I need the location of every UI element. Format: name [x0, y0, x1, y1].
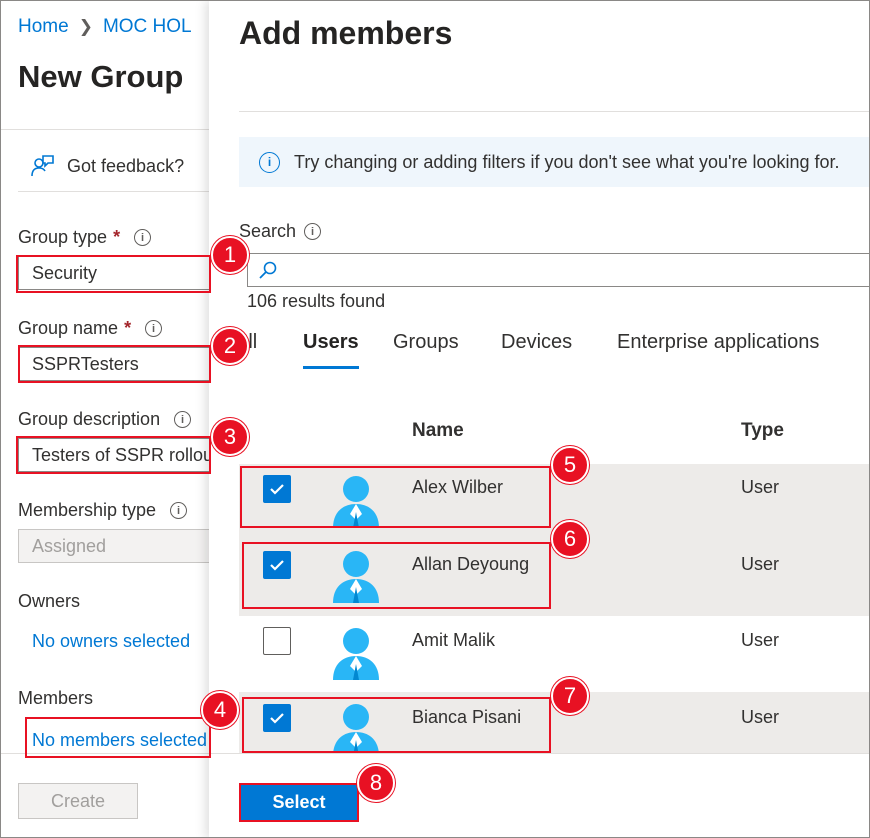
row-type: User: [741, 630, 780, 650]
required-marker: *: [113, 227, 121, 247]
owners-link[interactable]: No owners selected: [32, 631, 190, 652]
membership-type-label: Membership type i: [18, 500, 188, 521]
row-checkbox[interactable]: [263, 704, 291, 732]
checkmark-icon: [270, 713, 284, 724]
select-button[interactable]: Select: [241, 784, 357, 820]
breadcrumb-home-link[interactable]: Home: [18, 16, 69, 38]
search-icon: [259, 261, 277, 279]
user-avatar-icon: [333, 551, 379, 603]
step-badge: 4: [201, 691, 239, 729]
info-icon[interactable]: i: [174, 411, 192, 428]
row-name: Alex Wilber: [412, 477, 504, 497]
group-type-label-text: Group type: [18, 227, 108, 247]
row-name: Bianca Pisani: [412, 707, 522, 727]
feedback-label: Got feedback?: [67, 155, 185, 176]
row-name: Amit Malik: [412, 630, 496, 650]
step-badge: 1: [211, 236, 249, 274]
divider: [1, 129, 209, 130]
search-label: Search i: [239, 221, 322, 242]
user-avatar-icon: [333, 628, 379, 680]
divider: [209, 753, 869, 754]
required-marker: *: [124, 318, 132, 338]
page-title: New Group: [18, 59, 184, 94]
table-row[interactable]: Allan Deyoung User: [239, 540, 869, 616]
row-checkbox[interactable]: [263, 551, 291, 579]
info-icon[interactable]: i: [304, 223, 322, 240]
group-description-label-text: Group description: [18, 409, 161, 429]
membership-type-label-text: Membership type: [18, 500, 157, 520]
search-box[interactable]: [247, 253, 869, 287]
group-name-label: Group name * i: [18, 318, 163, 339]
row-type: User: [741, 477, 780, 497]
row-checkbox[interactable]: [263, 627, 291, 655]
search-input[interactable]: [284, 258, 864, 282]
results-count: 106 results found: [247, 291, 386, 311]
tab-bar: All Users Groups Devices Enterprise appl…: [235, 331, 869, 371]
membership-type-dropdown: Assigned: [18, 529, 218, 563]
row-type: User: [741, 554, 780, 574]
group-name-label-text: Group name: [18, 318, 119, 338]
group-type-label: Group type * i: [18, 227, 152, 248]
info-icon[interactable]: i: [170, 502, 188, 519]
row-type: User: [741, 707, 780, 727]
add-members-panel: Add members i Try changing or adding fil…: [209, 1, 869, 837]
new-group-panel: Home ❯ MOC HOL New Group Got feedback? G…: [1, 1, 218, 837]
feedback-icon: [31, 155, 54, 177]
owners-label: Owners: [18, 591, 81, 611]
panel-title: Add members: [239, 15, 453, 51]
group-description-input[interactable]: Testers of SSPR rollout: [18, 438, 218, 472]
step-badge: 5: [551, 446, 589, 484]
screenshot-frame: Home ❯ MOC HOL New Group Got feedback? G…: [0, 0, 870, 838]
divider: [239, 111, 869, 112]
info-icon: i: [259, 151, 280, 173]
row-name: Allan Deyoung: [412, 554, 530, 574]
user-avatar-icon: [333, 476, 379, 528]
breadcrumb: Home ❯ MOC HOL: [18, 16, 192, 38]
step-badge: 7: [551, 677, 589, 715]
tab-groups[interactable]: Groups: [393, 331, 459, 369]
group-name-input[interactable]: SSPRTesters: [18, 347, 218, 381]
divider: [1, 753, 209, 754]
column-header-name[interactable]: Name: [412, 420, 464, 442]
column-header-type[interactable]: Type: [741, 420, 784, 442]
checkmark-icon: [270, 560, 284, 571]
table-row[interactable]: Amit Malik User: [239, 616, 869, 692]
step-badge: 8: [357, 764, 395, 802]
divider: [18, 191, 209, 192]
tab-enterprise-applications[interactable]: Enterprise applications: [617, 331, 819, 369]
group-type-dropdown[interactable]: Security: [18, 256, 218, 290]
info-icon[interactable]: i: [134, 229, 152, 246]
step-badge: 3: [211, 418, 249, 456]
row-checkbox[interactable]: [263, 475, 291, 503]
group-description-label: Group description i: [18, 409, 192, 430]
members-label: Members: [18, 688, 94, 708]
tab-devices[interactable]: Devices: [501, 331, 572, 369]
members-link[interactable]: No members selected: [32, 730, 207, 751]
chevron-right-icon: ❯: [78, 17, 93, 36]
step-badge: 2: [211, 327, 249, 365]
checkmark-icon: [270, 484, 284, 495]
feedback-button[interactable]: Got feedback?: [29, 153, 184, 179]
step-badge: 6: [551, 520, 589, 558]
info-icon[interactable]: i: [145, 320, 163, 337]
info-banner: i Try changing or adding filters if you …: [239, 137, 869, 187]
info-banner-text: Try changing or adding filters if you do…: [294, 151, 840, 172]
user-avatar-icon: [333, 704, 379, 753]
search-label-text: Search: [239, 221, 297, 241]
create-button: Create: [18, 783, 138, 819]
breadcrumb-tenant-link[interactable]: MOC HOL: [103, 16, 192, 38]
tab-users[interactable]: Users: [303, 331, 359, 369]
